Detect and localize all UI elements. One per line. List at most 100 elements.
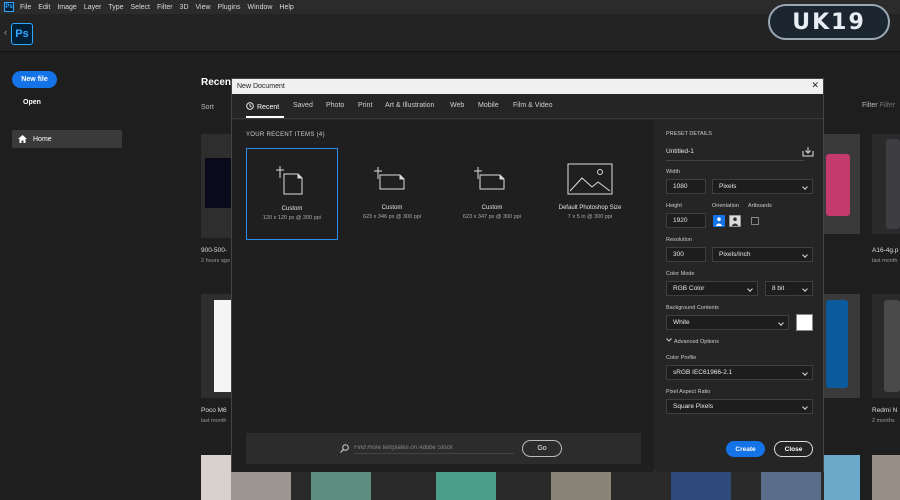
recent-item-card[interactable]: Custom 623 x 347 px @ 300 ppi [446, 148, 538, 240]
tab-mobile[interactable]: Mobile [478, 102, 499, 109]
menu-plugins[interactable]: Plugins [218, 4, 241, 11]
image-icon [567, 163, 613, 195]
dialog-titlebar: New Document ✕ [232, 79, 823, 94]
thumbnail-time: last month [872, 258, 898, 264]
active-tab-indicator [246, 116, 284, 118]
portrait-orientation-icon[interactable] [713, 215, 725, 227]
advanced-options-toggle[interactable]: Advanced Options [666, 338, 719, 345]
template-search-bar: Go [246, 433, 641, 464]
new-file-button[interactable]: New file [12, 71, 57, 88]
color-profile-dropdown[interactable]: sRGB IEC61966-2.1 [666, 365, 813, 380]
go-button[interactable]: Go [522, 440, 562, 457]
chevron-left-icon[interactable]: ‹ [4, 27, 7, 37]
close-button[interactable]: Close [774, 441, 813, 457]
preset-details-pane [655, 120, 823, 472]
menu-image[interactable]: Image [57, 4, 76, 11]
menu-edit[interactable]: Edit [38, 4, 50, 11]
item-name: Custom [381, 205, 403, 211]
menu-type[interactable]: Type [108, 4, 123, 11]
sidebar-item-label: Home [33, 135, 52, 143]
tab-label: Recent [257, 104, 280, 111]
resolution-label: Resolution [666, 237, 692, 243]
bottom-thumbnail-row [231, 472, 824, 500]
item-details: 7 x 5 in @ 300 ppi [567, 214, 613, 220]
recent-item-card[interactable]: Custom 120 x 120 px @ 300 ppi [246, 148, 338, 240]
recent-thumbnail[interactable] [872, 134, 900, 234]
width-label: Width [666, 169, 681, 175]
item-name: Custom [281, 206, 303, 212]
orientation-label: Orientation [712, 203, 739, 209]
filter-label: Filter [862, 102, 878, 109]
document-name-input[interactable]: Untitled-1 [666, 148, 804, 161]
recent-thumbnail[interactable] [824, 294, 860, 398]
recent-thumbnail[interactable] [201, 455, 231, 500]
menu-3d[interactable]: 3D [180, 4, 189, 11]
color-mode-label: Color Mode [666, 271, 695, 277]
tab-saved[interactable]: Saved [293, 102, 313, 109]
item-details: 623 x 347 px @ 300 ppi [462, 214, 522, 220]
tab-art-illustration[interactable]: Art & Illustration [385, 102, 434, 109]
menu-filter[interactable]: Filter [157, 4, 173, 11]
close-icon[interactable]: ✕ [811, 80, 819, 91]
bit-depth-dropdown[interactable]: 8 bit [765, 281, 813, 296]
template-search-input[interactable] [354, 442, 514, 454]
pixel-aspect-ratio-label: Pixel Aspect Ratio [666, 389, 711, 395]
menu-help[interactable]: Help [279, 4, 293, 11]
recent-items-heading: YOUR RECENT ITEMS (4) [246, 132, 325, 138]
recent-heading: Recent [201, 77, 235, 88]
sidebar-item-home[interactable]: Home [12, 130, 122, 148]
ps-logo[interactable]: Ps [11, 23, 33, 45]
tab-web[interactable]: Web [450, 102, 464, 109]
filter-input[interactable]: Filter [880, 102, 896, 109]
create-button[interactable]: Create [726, 441, 765, 457]
resolution-input[interactable]: 300 [666, 247, 706, 262]
document-icon [276, 166, 303, 195]
recent-item-card[interactable]: Default Photoshop Size 7 x 5 in @ 300 pp… [544, 148, 636, 240]
preset-details-heading: PRESET DETAILS [666, 131, 712, 137]
tab-film-video[interactable]: Film & Video [513, 102, 553, 109]
menu-view[interactable]: View [196, 4, 211, 11]
color-profile-label: Color Profile [666, 355, 697, 361]
filter-control[interactable]: Filter Filter [862, 102, 895, 109]
search-icon [340, 444, 349, 453]
tab-recent[interactable]: Recent [246, 102, 279, 111]
thumbnail-time: 2 hours ago [201, 258, 231, 264]
recent-thumbnail[interactable] [201, 294, 231, 398]
height-label: Height [666, 203, 682, 209]
landscape-orientation-icon[interactable] [729, 215, 741, 227]
height-input[interactable]: 1920 [666, 213, 706, 228]
home-icon [18, 135, 27, 143]
artboards-checkbox[interactable] [751, 217, 759, 225]
resolution-unit-dropdown[interactable]: Pixels/Inch [712, 247, 813, 262]
item-name: Default Photoshop Size [558, 205, 622, 211]
document-icon [474, 167, 505, 190]
recent-thumbnail[interactable] [824, 134, 860, 234]
menu-window[interactable]: Window [248, 4, 273, 11]
recent-thumbnail[interactable] [201, 134, 231, 238]
tab-photo[interactable]: Photo [326, 102, 344, 109]
chevron-down-icon [666, 338, 672, 342]
menu-select[interactable]: Select [131, 4, 150, 11]
background-contents-dropdown[interactable]: White [666, 315, 789, 330]
recent-items-pane: YOUR RECENT ITEMS (4) Custom 120 x 120 p… [232, 120, 654, 472]
background-color-swatch[interactable] [796, 314, 813, 331]
recent-thumbnail[interactable] [872, 455, 900, 500]
save-preset-icon[interactable] [802, 146, 814, 157]
width-input[interactable]: 1080 [666, 179, 706, 194]
tab-print[interactable]: Print [358, 102, 372, 109]
width-unit-dropdown[interactable]: Pixels [712, 179, 813, 194]
document-icon [374, 167, 405, 190]
thumbnail-time: 2 months [872, 418, 895, 424]
open-button[interactable]: Open [12, 96, 52, 108]
recent-item-card[interactable]: Custom 623 x 346 px @ 300 ppi [346, 148, 438, 240]
menu-layer[interactable]: Layer [84, 4, 102, 11]
artboards-label: Artboards [748, 203, 772, 209]
sort-control[interactable]: Sort [201, 104, 214, 111]
color-mode-dropdown[interactable]: RGB Color [666, 281, 758, 296]
recent-thumbnail[interactable] [824, 455, 860, 500]
item-details: 623 x 346 px @ 300 ppi [362, 214, 422, 220]
background-contents-label: Background Contents [666, 305, 719, 311]
recent-thumbnail[interactable] [872, 294, 900, 398]
menu-file[interactable]: File [20, 4, 31, 11]
pixel-aspect-ratio-dropdown[interactable]: Square Pixels [666, 399, 813, 414]
